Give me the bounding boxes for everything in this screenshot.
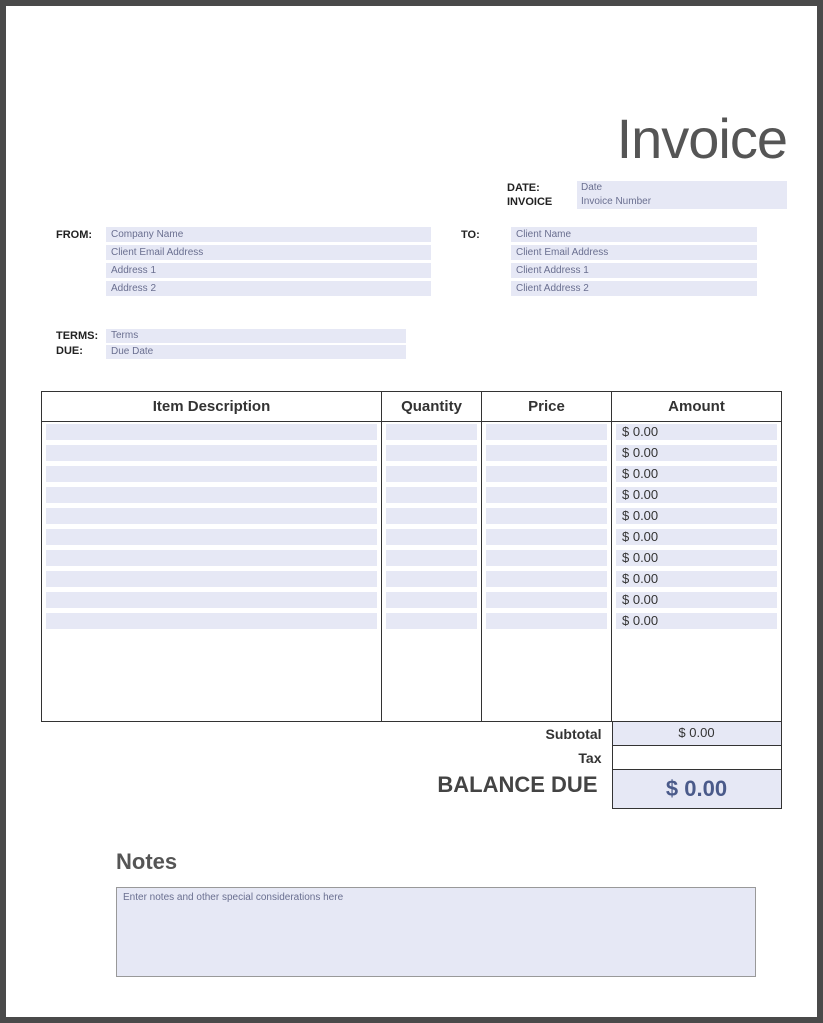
cell-price[interactable] bbox=[486, 550, 607, 566]
col-header-price: Price bbox=[482, 392, 612, 422]
cell-quantity[interactable] bbox=[386, 466, 477, 482]
table-row: $ 0.00 bbox=[42, 527, 782, 548]
cell-quantity[interactable] bbox=[386, 445, 477, 461]
table-row: $ 0.00 bbox=[42, 548, 782, 569]
balance-due-value: $ 0.00 bbox=[612, 770, 782, 809]
due-label: DUE: bbox=[56, 344, 106, 359]
from-company-input[interactable]: Company Name bbox=[106, 227, 431, 242]
totals-section: Subtotal $ 0.00 Tax BALANCE DUE $ 0.00 bbox=[42, 722, 782, 809]
cell-description[interactable] bbox=[46, 445, 377, 461]
cell-description[interactable] bbox=[46, 550, 377, 566]
table-row: $ 0.00 bbox=[42, 422, 782, 443]
cell-quantity[interactable] bbox=[386, 613, 477, 629]
to-address2-input[interactable]: Client Address 2 bbox=[511, 281, 757, 296]
notes-heading: Notes bbox=[116, 849, 787, 875]
from-email-input[interactable]: Client Email Address bbox=[106, 245, 431, 260]
cell-description[interactable] bbox=[46, 466, 377, 482]
terms-input[interactable]: Terms bbox=[106, 329, 406, 343]
cell-price[interactable] bbox=[486, 424, 607, 440]
cell-quantity[interactable] bbox=[386, 592, 477, 608]
cell-amount: $ 0.00 bbox=[616, 550, 777, 566]
balance-due-label: BALANCE DUE bbox=[423, 770, 611, 809]
cell-quantity[interactable] bbox=[386, 529, 477, 545]
cell-amount: $ 0.00 bbox=[616, 508, 777, 524]
cell-description[interactable] bbox=[46, 529, 377, 545]
to-email-input[interactable]: Client Email Address bbox=[511, 245, 757, 260]
table-row: $ 0.00 bbox=[42, 485, 782, 506]
cell-price[interactable] bbox=[486, 529, 607, 545]
notes-input[interactable]: Enter notes and other special considerat… bbox=[116, 887, 756, 977]
cell-amount: $ 0.00 bbox=[616, 592, 777, 608]
table-row: $ 0.00 bbox=[42, 611, 782, 632]
invoice-meta: DATE: Date INVOICE Invoice Number bbox=[507, 181, 787, 209]
line-items-table: Item Description Quantity Price Amount $… bbox=[41, 391, 782, 722]
table-row: $ 0.00 bbox=[42, 590, 782, 611]
terms-section: TERMS: DUE: Terms Due Date bbox=[56, 329, 787, 361]
cell-description[interactable] bbox=[46, 592, 377, 608]
cell-quantity[interactable] bbox=[386, 487, 477, 503]
cell-price[interactable] bbox=[486, 571, 607, 587]
cell-price[interactable] bbox=[486, 487, 607, 503]
col-header-amount: Amount bbox=[612, 392, 782, 422]
table-row: $ 0.00 bbox=[42, 443, 782, 464]
tax-value[interactable] bbox=[612, 746, 782, 770]
subtotal-value: $ 0.00 bbox=[612, 722, 782, 746]
date-input[interactable]: Date bbox=[577, 181, 787, 195]
cell-price[interactable] bbox=[486, 592, 607, 608]
table-row: $ 0.00 bbox=[42, 569, 782, 590]
cell-description[interactable] bbox=[46, 508, 377, 524]
cell-amount: $ 0.00 bbox=[616, 613, 777, 629]
cell-quantity[interactable] bbox=[386, 424, 477, 440]
cell-price[interactable] bbox=[486, 613, 607, 629]
invoice-number-label: INVOICE bbox=[507, 196, 577, 208]
cell-amount: $ 0.00 bbox=[616, 424, 777, 440]
cell-description[interactable] bbox=[46, 424, 377, 440]
cell-amount: $ 0.00 bbox=[616, 571, 777, 587]
cell-price[interactable] bbox=[486, 508, 607, 524]
cell-description[interactable] bbox=[46, 613, 377, 629]
invoice-page: Invoice DATE: Date INVOICE Invoice Numbe… bbox=[6, 6, 817, 1017]
from-label: FROM: bbox=[56, 227, 106, 299]
page-title: Invoice bbox=[36, 106, 787, 171]
cell-amount: $ 0.00 bbox=[616, 487, 777, 503]
table-row: $ 0.00 bbox=[42, 464, 782, 485]
invoice-number-input[interactable]: Invoice Number bbox=[577, 195, 787, 209]
cell-amount: $ 0.00 bbox=[616, 466, 777, 482]
tax-label: Tax bbox=[568, 746, 611, 770]
terms-label: TERMS: bbox=[56, 329, 106, 344]
date-label: DATE: bbox=[507, 182, 577, 194]
cell-description[interactable] bbox=[46, 571, 377, 587]
cell-price[interactable] bbox=[486, 466, 607, 482]
from-address1-input[interactable]: Address 1 bbox=[106, 263, 431, 278]
parties-section: FROM: Company Name Client Email Address … bbox=[36, 227, 787, 299]
cell-quantity[interactable] bbox=[386, 550, 477, 566]
cell-quantity[interactable] bbox=[386, 571, 477, 587]
subtotal-label: Subtotal bbox=[536, 722, 612, 746]
from-address2-input[interactable]: Address 2 bbox=[106, 281, 431, 296]
cell-amount: $ 0.00 bbox=[616, 529, 777, 545]
to-name-input[interactable]: Client Name bbox=[511, 227, 757, 242]
col-header-quantity: Quantity bbox=[382, 392, 482, 422]
to-label: TO: bbox=[461, 227, 511, 299]
to-address1-input[interactable]: Client Address 1 bbox=[511, 263, 757, 278]
cell-amount: $ 0.00 bbox=[616, 445, 777, 461]
cell-quantity[interactable] bbox=[386, 508, 477, 524]
table-row: $ 0.00 bbox=[42, 506, 782, 527]
cell-price[interactable] bbox=[486, 445, 607, 461]
col-header-description: Item Description bbox=[42, 392, 382, 422]
due-date-input[interactable]: Due Date bbox=[106, 345, 406, 359]
cell-description[interactable] bbox=[46, 487, 377, 503]
